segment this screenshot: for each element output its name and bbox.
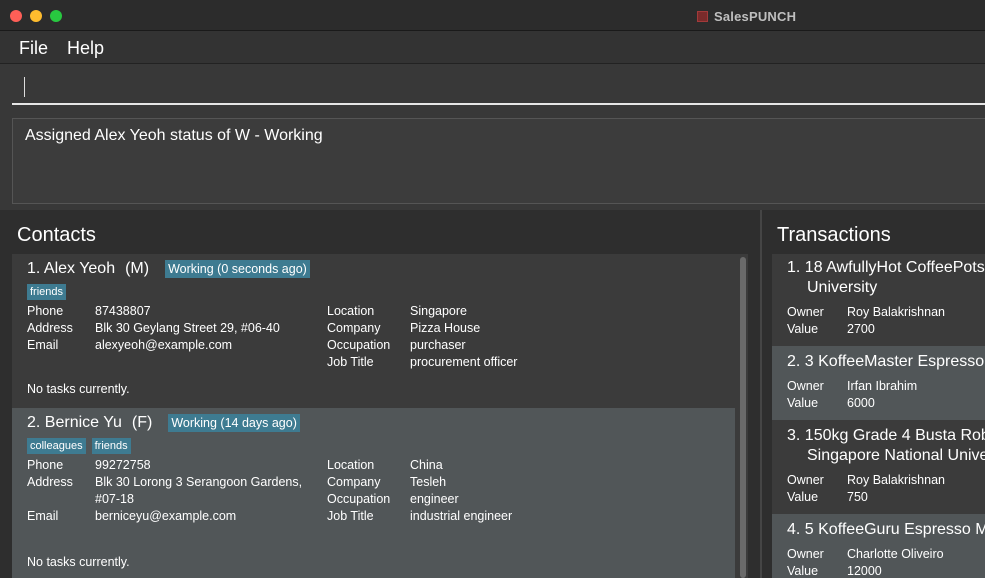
status-badge: Working (14 days ago) [168,414,300,432]
owner-value: Charlotte Oliveiro [847,547,944,561]
company-value: Pizza House [410,321,481,335]
contact-card[interactable]: 2. Bernice Yu (F) Working (14 days ago) … [12,408,735,578]
result-display[interactable]: Assigned Alex Yeoh status of W - Working [12,118,985,204]
contact-header: 2. Bernice Yu (F) Working (14 days ago) [27,414,300,432]
company-label: Company [327,475,381,489]
company-label: Company [327,321,381,335]
window-title-group: SalesPUNCH [697,8,796,24]
value-amount: 750 [847,490,868,504]
transaction-card[interactable]: 2. 3 KoffeeMaster Espresso M Owner Irfan… [772,346,985,420]
phone-label: Phone [27,304,64,318]
location-value: Singapore [410,304,467,318]
contact-name: 1. Alex Yeoh [27,260,116,277]
location-value: China [410,458,443,472]
contact-gender: (F) [131,414,153,431]
occupation-value: engineer [410,492,459,506]
address-label: Address [27,321,73,335]
email-value: berniceyu@example.com [95,509,237,523]
transaction-title: 1. 18 AwfullyHot CoffeePots f [787,259,985,276]
value-amount: 2700 [847,322,875,336]
transactions-list[interactable]: 1. 18 AwfullyHot CoffeePots f University… [772,254,985,578]
contact-name: 2. Bernice Yu [27,414,122,431]
transactions-panel-title: Transactions [777,224,891,246]
close-window-button[interactable] [10,10,22,22]
owner-label: Owner [787,305,824,319]
menu-file[interactable]: File [19,38,48,59]
job-title-label: Job Title [327,509,374,523]
command-input[interactable] [12,70,985,105]
contacts-scrollbar[interactable] [738,257,748,578]
menu-help[interactable]: Help [67,38,104,59]
app-icon [697,10,708,22]
result-area: Assigned Alex Yeoh status of W - Working [0,110,985,210]
transaction-title: 3. 150kg Grade 4 Busta Robu [787,427,985,444]
value-label: Value [787,490,819,504]
transaction-title-line2: University [807,279,878,296]
status-badge: Working (0 seconds ago) [165,260,310,278]
occupation-label: Occupation [327,338,391,352]
transaction-title-line2: Singapore National Univers [807,447,985,464]
contact-gender: (M) [125,260,150,277]
contacts-list[interactable]: 1. Alex Yeoh (M) Working (0 seconds ago)… [12,254,748,578]
email-label: Email [27,338,59,352]
phone-value: 99272758 [95,458,151,472]
tasks-text: No tasks currently. [27,555,130,569]
panel-divider[interactable] [760,210,762,578]
company-value: Tesleh [410,475,447,489]
main-panels: Contacts Transactions 1. Alex Yeoh (M) W… [0,210,985,578]
menu-bar: File Help [0,31,985,64]
transaction-title: 2. 3 KoffeeMaster Espresso M [787,353,985,370]
owner-label: Owner [787,379,824,393]
scrollbar-thumb[interactable] [740,257,746,578]
window-title: SalesPUNCH [714,8,797,24]
tag-list: colleagues friends [27,438,131,454]
value-label: Value [787,396,819,410]
owner-label: Owner [787,473,824,487]
location-label: Location [327,458,375,472]
owner-value: Irfan Ibrahim [847,379,918,393]
value-label: Value [787,322,819,336]
job-title-value: procurement officer [410,355,518,369]
contacts-panel-title: Contacts [17,224,96,246]
transaction-card[interactable]: 1. 18 AwfullyHot CoffeePots f University… [772,254,985,346]
value-label: Value [787,564,819,578]
minimize-window-button[interactable] [30,10,42,22]
address-value: Blk 30 Geylang Street 29, #06-40 [95,321,280,335]
transaction-title: 4. 5 KoffeeGuru Espresso Ma [787,521,985,538]
text-caret [24,77,25,97]
command-area [0,64,985,110]
phone-label: Phone [27,458,64,472]
tag-list: friends [27,284,67,300]
transaction-card[interactable]: 3. 150kg Grade 4 Busta Robu Singapore Na… [772,420,985,514]
email-value: alexyeoh@example.com [95,338,233,352]
value-amount: 12000 [847,564,882,578]
owner-value: Roy Balakrishnan [847,305,945,319]
tag: friends [91,438,131,454]
title-bar: SalesPUNCH [0,0,985,31]
contact-card[interactable]: 1. Alex Yeoh (M) Working (0 seconds ago)… [12,254,735,408]
transaction-card[interactable]: 4. 5 KoffeeGuru Espresso Ma Owner Charlo… [772,514,985,578]
occupation-value: purchaser [410,338,466,352]
address-value-line2: #07-18 [95,492,134,506]
value-amount: 6000 [847,396,875,410]
result-text: Assigned Alex Yeoh status of W - Working [25,127,323,144]
owner-value: Roy Balakrishnan [847,473,945,487]
location-label: Location [327,304,375,318]
job-title-value: industrial engineer [410,509,513,523]
tasks-text: No tasks currently. [27,382,130,396]
address-label: Address [27,475,73,489]
owner-label: Owner [787,547,824,561]
address-value: Blk 30 Lorong 3 Serangoon Gardens, [95,475,303,489]
contact-header: 1. Alex Yeoh (M) Working (0 seconds ago) [27,260,310,278]
email-label: Email [27,509,59,523]
job-title-label: Job Title [327,355,374,369]
maximize-window-button[interactable] [50,10,62,22]
phone-value: 87438807 [95,304,151,318]
tag: colleagues [27,438,86,454]
occupation-label: Occupation [327,492,391,506]
tag: friends [27,284,67,300]
